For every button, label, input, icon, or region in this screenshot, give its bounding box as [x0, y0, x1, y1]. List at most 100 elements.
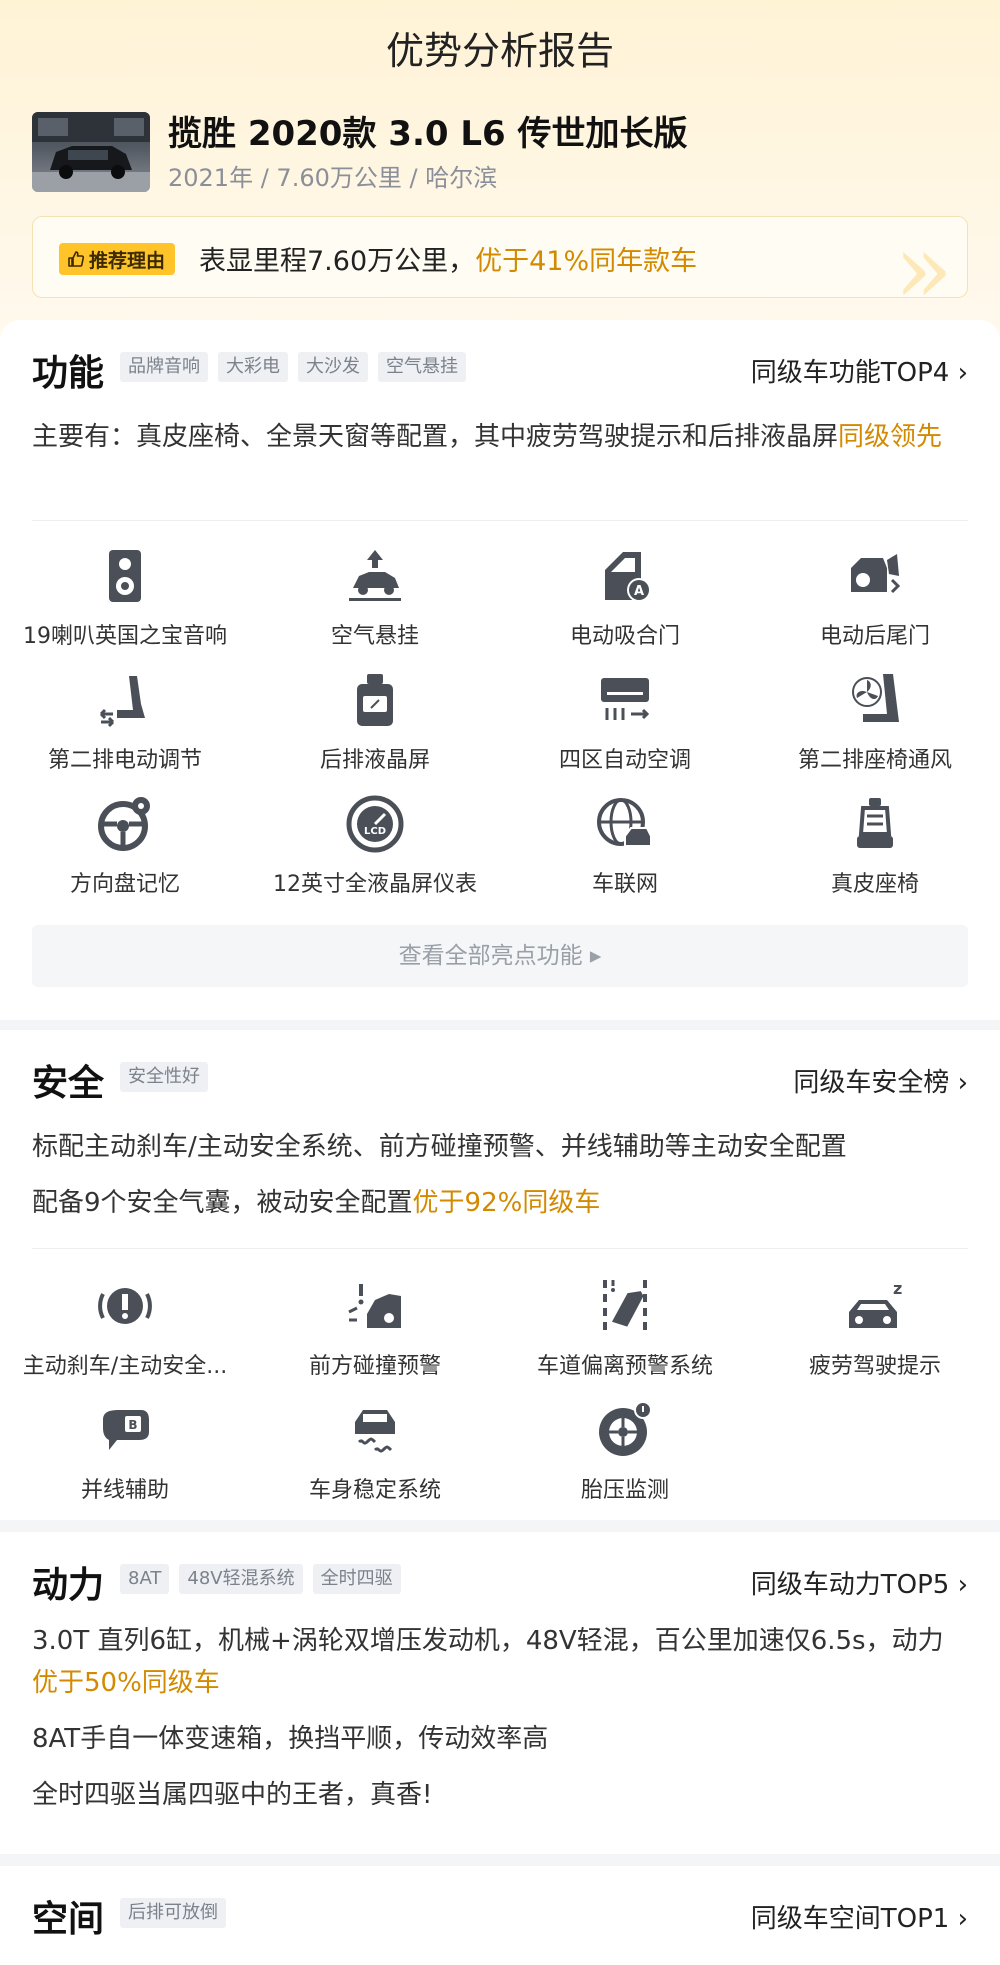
safety-rank-link[interactable]: 同级车安全榜 ›	[793, 1062, 968, 1099]
feature-item[interactable]: 第二排电动调节	[0, 670, 250, 794]
safety-desc-line1: 标配主动刹车/主动安全系统、前方碰撞预警、并线辅助等主动安全配置	[32, 1132, 847, 1162]
safety-rank-label: 同级车安全榜	[793, 1068, 950, 1098]
car-meta: 2021年 / 7.60万公里 / 哈尔滨	[168, 164, 498, 192]
chevron-right-icon: ›	[957, 1068, 968, 1098]
blind-spot-icon: B	[95, 1400, 155, 1460]
divider	[32, 520, 968, 521]
space-card: 空间 后排可放倒 同级车空间TOP1 ›	[0, 1866, 1000, 1965]
power-tag: 8AT	[120, 1564, 170, 1594]
air-suspension-icon	[345, 546, 405, 606]
feature-item[interactable]: 后排液晶屏	[250, 670, 500, 794]
power-rank-link[interactable]: 同级车动力TOP5 ›	[751, 1564, 968, 1601]
svg-text:z: z	[893, 1279, 902, 1298]
safety-item-label: 主动刹车/主动安全...	[22, 1354, 228, 1379]
feature-item-label: 方向盘记忆	[69, 872, 180, 897]
svg-text:LCD: LCD	[364, 826, 386, 837]
recommend-text-main: 表显里程7.60万公里，	[199, 246, 476, 277]
collision-warning-icon	[345, 1276, 405, 1336]
view-all-features-button[interactable]: 查看全部亮点功能 ▸	[32, 925, 968, 987]
car-photo[interactable]	[32, 112, 150, 192]
quote-icon: »	[894, 216, 953, 298]
space-rank-label: 同级车空间TOP1	[750, 1904, 950, 1934]
chevron-right-icon: ›	[957, 1570, 968, 1600]
feature-item-label: 真皮座椅	[830, 872, 919, 897]
safety-grid: 主动刹车/主动安全... 前方碰撞预警 车道偏离预警系统 z 疲劳驾驶提示 B …	[0, 1276, 1000, 1524]
recommend-badge: 推荐理由	[59, 243, 176, 275]
feature-item-label: 四区自动空调	[558, 748, 691, 773]
safety-item[interactable]: 胎压监测	[500, 1400, 750, 1524]
safety-item-label: 胎压监测	[580, 1478, 669, 1503]
feature-item-label: 电动吸合门	[569, 624, 680, 649]
power-desc-line2: 8AT手自一体变速箱，换挡平顺，传动效率高	[32, 1724, 549, 1754]
feature-item[interactable]: 四区自动空调	[500, 670, 750, 794]
leather-seat-icon	[845, 794, 905, 854]
power-desc-highlight: 优于50%同级车	[32, 1668, 220, 1698]
features-desc-highlight: 同级领先	[838, 422, 943, 452]
safety-item[interactable]: 车道偏离预警系统	[500, 1276, 750, 1400]
feature-item-label: 电动后尾门	[819, 624, 930, 649]
safety-title: 安全	[32, 1063, 105, 1104]
feature-item[interactable]: 电动后尾门	[750, 546, 1000, 670]
power-desc-main: 3.0T 直列6缸，机械+涡轮双增压发动机，48V轻混，百公里加速仅6.5s，动…	[32, 1626, 944, 1656]
features-grid: 19喇叭英国之宝音响 空气悬挂 A 电动吸合门 电动后尾门 第二排电动调节 后排…	[0, 546, 1000, 918]
safety-item-label: 车身稳定系统	[308, 1478, 441, 1503]
safety-item[interactable]: z 疲劳驾驶提示	[750, 1276, 1000, 1400]
safety-item[interactable]: 主动刹车/主动安全...	[0, 1276, 250, 1400]
features-rank-label: 同级车功能TOP4	[750, 358, 950, 388]
feature-item[interactable]: 车联网	[500, 794, 750, 918]
power-desc-line3: 全时四驱当属四驱中的王者，真香!	[32, 1780, 433, 1810]
feature-tag: 大彩电	[218, 352, 288, 382]
soft-close-door-icon: A	[595, 546, 655, 606]
power-card: 动力 8AT 48V轻混系统 全时四驱 同级车动力TOP5 › 3.0T 直列6…	[0, 1532, 1000, 1854]
safety-item-label: 前方碰撞预警	[308, 1354, 441, 1379]
car-name: 揽胜 2020款 3.0 L6 传世加长版	[168, 114, 688, 154]
steering-wheel-icon	[95, 794, 155, 854]
page-title: 优势分析报告	[385, 29, 614, 73]
safety-item[interactable]: 前方碰撞预警	[250, 1276, 500, 1400]
svg-text:B: B	[128, 1418, 137, 1432]
safety-item[interactable]: B 并线辅助	[0, 1400, 250, 1524]
chevron-right-icon: ›	[957, 1904, 968, 1934]
recommend-badge-label: 推荐理由	[89, 249, 166, 272]
space-rank-link[interactable]: 同级车空间TOP1 ›	[751, 1898, 968, 1935]
feature-item[interactable]: 19喇叭英国之宝音响	[0, 546, 250, 670]
safety-desc-main: 配备9个安全气囊，被动安全配置	[32, 1188, 413, 1218]
features-tags: 品牌音响 大彩电 大沙发 空气悬挂	[120, 352, 466, 382]
power-rank-label: 同级车动力TOP5	[750, 1570, 950, 1600]
feature-item-label: 第二排电动调节	[47, 748, 202, 773]
feature-tag: 品牌音响	[120, 352, 208, 382]
safety-card: 安全 安全性好 同级车安全榜 › 标配主动刹车/主动安全系统、前方碰撞预警、并线…	[0, 1030, 1000, 1520]
power-desc-line1: 3.0T 直列6缸，机械+涡轮双增压发动机，48V轻混，百公里加速仅6.5s，动…	[32, 1620, 968, 1704]
lcd-gauge-icon: LCD	[345, 794, 405, 854]
power-tag: 48V轻混系统	[179, 1564, 303, 1594]
recommend-text-highlight: 优于41%同年款车	[475, 246, 698, 277]
safety-item[interactable]: 车身稳定系统	[250, 1400, 500, 1524]
seat-ventilation-icon	[845, 670, 905, 730]
space-tag: 后排可放倒	[120, 1898, 226, 1928]
lane-departure-icon	[595, 1276, 655, 1336]
feature-item[interactable]: 方向盘记忆	[0, 794, 250, 918]
feature-item-label: 12英寸全液晶屏仪表	[273, 872, 477, 897]
feature-item[interactable]: 第二排座椅通风	[750, 670, 1000, 794]
power-title: 动力	[32, 1565, 105, 1606]
auto-brake-icon	[95, 1276, 155, 1336]
thumbs-up-icon	[67, 250, 85, 268]
feature-item[interactable]: LCD 12英寸全液晶屏仪表	[250, 794, 500, 918]
power-tags: 8AT 48V轻混系统 全时四驱	[120, 1564, 401, 1594]
feature-item[interactable]: A 电动吸合门	[500, 546, 750, 670]
fatigue-alert-icon: z	[845, 1276, 905, 1336]
feature-item[interactable]: 空气悬挂	[250, 546, 500, 670]
features-desc: 主要有：真皮座椅、全景天窗等配置，其中疲劳驾驶提示和后排液晶屏同级领先	[32, 416, 968, 458]
stability-control-icon	[345, 1400, 405, 1460]
space-tags: 后排可放倒	[120, 1898, 226, 1928]
climate-control-icon	[595, 670, 655, 730]
feature-item-label: 空气悬挂	[330, 624, 419, 649]
features-rank-link[interactable]: 同级车功能TOP4 ›	[751, 352, 968, 389]
feature-item-label: 后排液晶屏	[319, 748, 430, 773]
power-tag: 全时四驱	[312, 1564, 401, 1594]
features-title: 功能	[32, 353, 105, 394]
feature-item[interactable]: 真皮座椅	[750, 794, 1000, 918]
features-desc-main: 主要有：真皮座椅、全景天窗等配置，其中疲劳驾驶提示和后排液晶屏	[32, 422, 839, 452]
safety-item-label: 并线辅助	[80, 1478, 169, 1503]
chevron-right-icon: ›	[957, 358, 968, 388]
